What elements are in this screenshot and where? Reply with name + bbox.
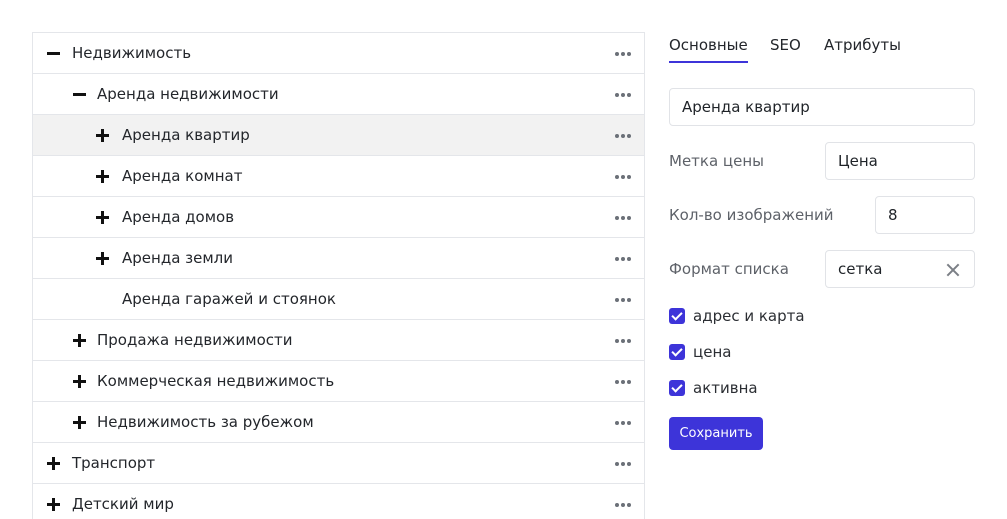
tree-row[interactable]: Коммерческая недвижимость [33,361,644,402]
tree-row-label: Аренда гаражей и стоянок [122,290,336,308]
tab-seo[interactable]: SEO [770,36,801,54]
tree-row-label: Аренда земли [122,249,234,267]
plus-icon[interactable] [73,416,86,429]
more-icon[interactable] [615,257,631,261]
list-format-value: сетка [838,260,883,278]
price-label: Метка цены [669,152,765,170]
tree-row[interactable]: Аренда комнат [33,156,644,197]
more-icon[interactable] [615,298,631,302]
more-icon[interactable] [615,339,631,343]
more-icon[interactable] [615,503,631,507]
checkbox-checked-icon[interactable] [669,344,685,360]
tree-row[interactable]: Продажа недвижимости [33,320,644,361]
plus-icon[interactable] [96,170,109,183]
more-icon[interactable] [615,421,631,425]
more-icon[interactable] [615,52,631,56]
tree-row[interactable]: Аренда гаражей и стоянок [33,279,644,320]
minus-icon[interactable] [73,88,86,101]
more-icon[interactable] [615,93,631,97]
checkbox-label: адрес и карта [693,307,805,325]
tree-row-label: Продажа недвижимости [97,331,293,349]
list-format-select[interactable]: сетка [825,250,975,288]
checkbox-checked-icon[interactable] [669,308,685,324]
tree-row[interactable]: Транспорт [33,443,644,484]
tree-row-selected[interactable]: Аренда квартир [33,115,644,156]
plus-icon[interactable] [73,334,86,347]
tab-main[interactable]: Основные [669,36,748,63]
tree-row[interactable]: Аренда земли [33,238,644,279]
tree-row[interactable]: Недвижимость за рубежом [33,402,644,443]
tree-row[interactable]: Аренда домов [33,197,644,238]
plus-icon[interactable] [96,211,109,224]
clear-icon[interactable] [946,263,960,277]
price-label-input[interactable]: Цена [825,142,975,180]
tree-row-label: Недвижимость [72,44,192,62]
more-icon[interactable] [615,462,631,466]
tree-row-label: Аренда домов [122,208,235,226]
more-icon[interactable] [615,175,631,179]
checkbox-address-map[interactable]: адрес и карта [669,307,805,325]
tree-row-label: Коммерческая недвижимость [97,372,335,390]
plus-icon[interactable] [47,498,60,511]
plus-icon[interactable] [96,252,109,265]
images-count-input[interactable]: 8 [875,196,975,234]
plus-icon[interactable] [96,129,109,142]
tab-attributes[interactable]: Атрибуты [824,36,901,54]
tree-row-label: Недвижимость за рубежом [97,413,314,431]
checkbox-label: цена [693,343,732,361]
images-count-label: Кол-во изображений [669,206,834,224]
category-tree: Недвижимость Аренда недвижимости Аренда … [32,32,645,519]
more-icon[interactable] [615,134,631,138]
tree-row[interactable]: Аренда недвижимости [33,74,644,115]
tree-row-label: Аренда квартир [122,126,250,144]
more-icon[interactable] [615,216,631,220]
minus-icon[interactable] [47,47,60,60]
checkbox-price[interactable]: цена [669,343,731,361]
tree-row[interactable]: Недвижимость [33,33,644,74]
tree-row-label: Аренда недвижимости [97,85,279,103]
checkbox-label: активна [693,379,758,397]
plus-icon[interactable] [73,375,86,388]
save-button[interactable]: Сохранить [669,417,763,450]
list-format-label: Формат списка [669,260,789,278]
category-name-input[interactable]: Аренда квартир [669,88,975,126]
checkbox-checked-icon[interactable] [669,380,685,396]
tree-row[interactable]: Детский мир [33,484,644,519]
more-icon[interactable] [615,380,631,384]
plus-icon[interactable] [47,457,60,470]
tree-row-label: Транспорт [72,454,156,472]
tree-row-label: Детский мир [72,495,174,513]
tree-row-label: Аренда комнат [122,167,243,185]
checkbox-active[interactable]: активна [669,379,758,397]
